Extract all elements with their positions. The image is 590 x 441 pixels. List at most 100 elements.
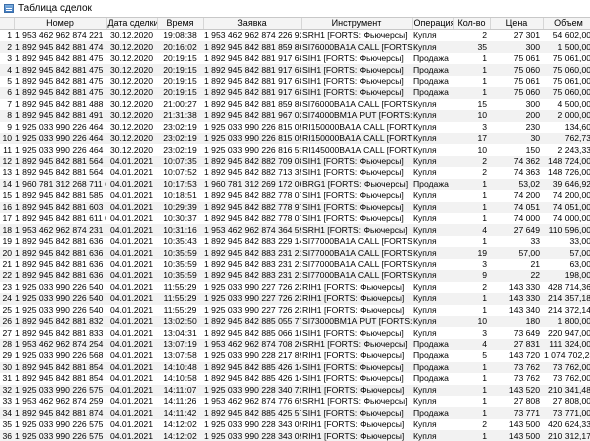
table-cell: SIH1 [FORTS: Фьючерсы] (301, 75, 412, 88)
table-row[interactable]: 241 925 033 990 226 540 54604.01.202111:… (0, 293, 590, 305)
table-cell: 1 925 033 990 228 343 097 (203, 430, 301, 441)
table-cell: 30.12.2020 (106, 110, 157, 122)
table-row[interactable]: 91 925 033 990 226 464 06430.12.202023:0… (0, 121, 590, 133)
table-cell: 1 925 033 990 226 464 065 (14, 132, 106, 145)
table-cell: 1 925 033 990 226 816 517 (203, 144, 301, 156)
column-header[interactable]: Инструмент (301, 18, 413, 30)
table-row[interactable]: 101 925 033 990 226 464 06530.12.202023:… (0, 132, 590, 145)
table-row[interactable]: 311 892 945 842 881 854 27904.01.202114:… (0, 373, 590, 385)
table-cell: 10:35:43 (157, 235, 203, 248)
table-row[interactable]: 291 925 033 990 226 568 30104.01.202113:… (0, 350, 590, 362)
table-cell: 04.01.2021 (106, 350, 157, 362)
table-row[interactable]: 211 892 945 842 881 636 52504.01.202110:… (0, 258, 590, 271)
table-cell: 1 925 033 990 226 575 250 (14, 430, 106, 441)
table-cell: 14:12:02 (157, 430, 203, 441)
table-row[interactable]: 321 925 033 990 226 575 17104.01.202114:… (0, 384, 590, 396)
table-cell: 1 925 033 990 226 815 054 (203, 132, 301, 145)
table-row[interactable]: 61 892 945 842 881 475 76630.12.202020:1… (0, 87, 590, 99)
table-cell: Купля (412, 201, 453, 213)
table-cell: SI77000BA1A CALL [FORTS: Опц (301, 247, 412, 259)
table-cell: 04.01.2021 (106, 190, 157, 202)
column-header[interactable]: Цена (490, 18, 544, 30)
table-cell: 27 808 (490, 396, 543, 408)
table-cell: 74 051 (490, 201, 543, 213)
table-cell: 10:17:53 (157, 178, 203, 191)
table-cell: 111 324,00 (543, 338, 590, 351)
table-row[interactable]: 71 892 945 842 881 488 54130.12.202021:0… (0, 98, 590, 111)
column-header[interactable] (0, 18, 15, 30)
table-cell: 04.01.2021 (106, 407, 157, 419)
table-row[interactable]: 181 953 462 962 874 231 67404.01.202110:… (0, 224, 590, 236)
table-row[interactable]: 341 892 945 842 881 874 09404.01.202114:… (0, 407, 590, 419)
table-cell: 04.01.2021 (106, 304, 157, 316)
table-cell: 33 (490, 235, 543, 248)
title-bar[interactable]: Таблица сделок (0, 0, 590, 18)
table-row[interactable]: 51 892 945 842 881 475 76530.12.202020:1… (0, 75, 590, 88)
table-cell: 1 925 033 990 226 540 546 (14, 293, 106, 305)
table-row[interactable]: 161 892 945 842 881 603 32304.01.202110:… (0, 201, 590, 213)
table-cell: Купля (412, 258, 453, 271)
table-cell: SIH1 [FORTS: Фьючерсы] (301, 155, 412, 168)
table-row[interactable]: 221 892 945 842 881 636 52604.01.202110:… (0, 270, 590, 282)
column-header[interactable]: Операция (412, 18, 454, 30)
table-cell: RIH1 [FORTS: Фьючерсы] (301, 304, 412, 316)
table-cell: 1 892 945 842 882 709 086 (203, 155, 301, 168)
table-cell: 1 (453, 373, 490, 385)
table-cell: 27 831 (490, 338, 543, 351)
table-row[interactable]: 31 892 945 842 881 475 76330.12.202020:1… (0, 52, 590, 65)
table-cell: 1 892 945 842 883 229 140 (203, 235, 301, 248)
table-cell: 27 (0, 327, 14, 339)
table-cell: 74 363 (490, 167, 543, 179)
table-cell: 1 892 945 842 881 859 808 (203, 41, 301, 53)
table-cell: 10 (453, 315, 490, 328)
table-cell: 1 892 945 842 881 636 524 (14, 247, 106, 259)
table-row[interactable]: 151 892 945 842 881 585 48504.01.202110:… (0, 190, 590, 202)
table-row[interactable]: 171 892 945 842 881 611 00104.01.202110:… (0, 213, 590, 225)
table-row[interactable]: 41 892 945 842 881 475 76430.12.202020:1… (0, 64, 590, 76)
table-cell: 04.01.2021 (106, 281, 157, 294)
table-cell: SIH1 [FORTS: Фьючерсы] (301, 87, 412, 99)
table-row[interactable]: 81 892 945 842 881 491 47530.12.202021:3… (0, 110, 590, 122)
table-cell: 214 357,18 (543, 293, 590, 305)
table-row[interactable]: 131 892 945 842 881 564 16104.01.202110:… (0, 167, 590, 179)
table-cell: 1 892 945 842 881 475 766 (14, 87, 106, 99)
column-header[interactable]: Кол-во (453, 18, 491, 30)
table-cell: 1 953 462 962 874 254 346 (14, 338, 106, 351)
table-row[interactable]: 271 892 945 842 881 833 97904.01.202113:… (0, 327, 590, 339)
table-cell: 12 (0, 155, 14, 168)
table-row[interactable]: 191 892 945 842 881 636 33104.01.202110:… (0, 235, 590, 248)
table-cell: Продажа (412, 87, 453, 99)
table-row[interactable]: 301 892 945 842 881 854 27804.01.202114:… (0, 361, 590, 374)
table-cell: Купля (412, 235, 453, 248)
table-cell: 1 500,00 (543, 41, 590, 53)
table-cell: 1 892 945 842 881 475 765 (14, 75, 106, 88)
column-header[interactable]: Дата сделки (106, 18, 158, 30)
table-cell: 04.01.2021 (106, 418, 157, 431)
table-row[interactable]: 251 925 033 990 226 540 54704.01.202111:… (0, 304, 590, 316)
table-row[interactable]: 111 925 033 990 226 464 10130.12.202023:… (0, 144, 590, 156)
table-row[interactable]: 281 953 462 962 874 254 34604.01.202113:… (0, 338, 590, 351)
table-row[interactable]: 331 953 462 962 874 259 40904.01.202114:… (0, 396, 590, 408)
column-header[interactable]: Объем (543, 18, 590, 30)
table-row[interactable]: 141 960 781 312 268 711 60804.01.202110:… (0, 178, 590, 191)
table-cell: 73 762,00 (543, 373, 590, 385)
table-cell: 11:55:29 (157, 304, 203, 316)
table-cell: Купля (412, 430, 453, 441)
table-cell: 13:07:19 (157, 338, 203, 351)
table-cell: 14 (0, 178, 14, 191)
table-row[interactable]: 121 892 945 842 881 564 16004.01.202110:… (0, 155, 590, 168)
column-header[interactable]: Заявка (203, 18, 302, 30)
table-cell: Продажа (412, 407, 453, 419)
table-cell: 134,60 (543, 121, 590, 133)
column-header[interactable]: Номер (14, 18, 107, 30)
table-row[interactable]: 361 925 033 990 226 575 25004.01.202114:… (0, 430, 590, 441)
column-header[interactable]: Время (157, 18, 204, 30)
table-row[interactable]: 351 925 033 990 226 575 24904.01.202114:… (0, 418, 590, 431)
table-row[interactable]: 21 892 945 842 881 474 30930.12.202020:1… (0, 41, 590, 53)
table-cell: 1 892 945 842 881 967 021 (203, 110, 301, 122)
table-cell: RIH1 [FORTS: Фьючерсы] (301, 350, 412, 362)
table-row[interactable]: 261 892 945 842 881 832 64404.01.202113:… (0, 315, 590, 328)
table-row[interactable]: 11 953 462 962 874 221 26230.12.202019:0… (0, 29, 590, 42)
table-row[interactable]: 201 892 945 842 881 636 52404.01.202110:… (0, 247, 590, 259)
table-row[interactable]: 231 925 033 990 226 540 54504.01.202111:… (0, 281, 590, 294)
